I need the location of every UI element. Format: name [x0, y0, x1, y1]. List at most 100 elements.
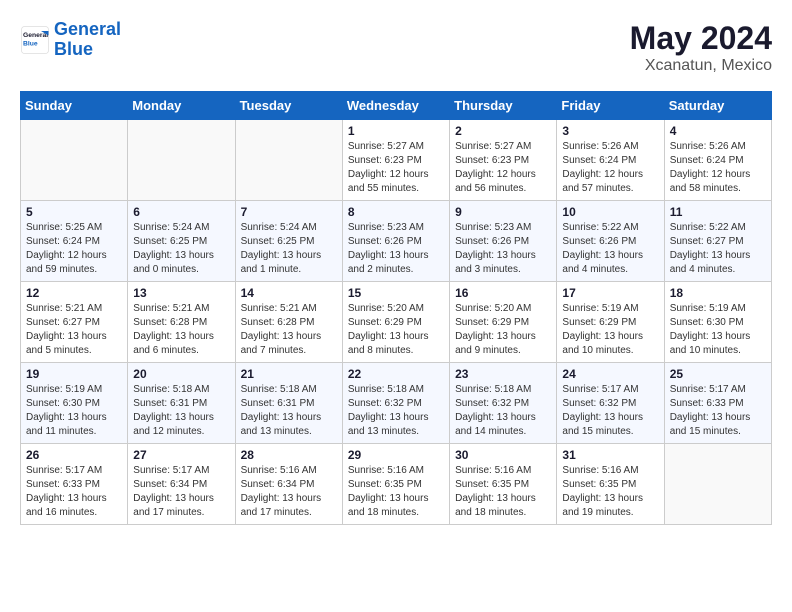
day-number: 9: [455, 205, 551, 219]
day-number: 5: [26, 205, 122, 219]
day-info: Sunrise: 5:16 AM Sunset: 6:35 PM Dayligh…: [562, 464, 658, 520]
logo-text: GeneralBlue: [54, 20, 121, 60]
calendar-cell: 23Sunrise: 5:18 AM Sunset: 6:32 PM Dayli…: [450, 363, 557, 444]
calendar-cell: 10 Sunrise: 5:22 AM Sunset: 6:26 PM Dayli…: [557, 201, 664, 282]
calendar-cell: 21 Sunrise: 5:18 AM Sunset: 6:31 PM Dayli…: [235, 363, 342, 444]
calendar-cell: 20Sunrise: 5:18 AM Sunset: 6:31 PM Dayli…: [128, 363, 235, 444]
weekday-header-thursday: Thursday: [450, 92, 557, 120]
svg-text:Blue: Blue: [23, 40, 38, 47]
weekday-header-row: SundayMondayTuesdayWednesdayThursdayFrid…: [21, 92, 772, 120]
day-number: 7: [241, 205, 337, 219]
day-number: 28: [241, 448, 337, 462]
week-row-1: 1Sunrise: 5:27 AM Sunset: 6:23 PM Daylig…: [21, 120, 772, 201]
day-number: 12: [26, 286, 122, 300]
day-info: Sunrise: 5:27 AM Sunset: 6:23 PM Dayligh…: [455, 140, 551, 196]
calendar-cell: [128, 120, 235, 201]
day-number: 10: [562, 205, 658, 219]
day-info: Sunrise: 5:24 AM Sunset: 6:25 PM Dayligh…: [241, 221, 337, 277]
day-number: 4: [670, 124, 766, 138]
calendar-cell: 29 Sunrise: 5:16 AM Sunset: 6:35 PM Dayli…: [342, 444, 449, 525]
day-info: Sunrise: 5:26 AM Sunset: 6:24 PM Dayligh…: [670, 140, 766, 196]
day-number: 8: [348, 205, 444, 219]
day-number: 2: [455, 124, 551, 138]
calendar-cell: 14Sunrise: 5:21 AM Sunset: 6:28 PM Dayli…: [235, 282, 342, 363]
day-number: 30: [455, 448, 551, 462]
day-info: Sunrise: 5:18 AM Sunset: 6:31 PM Dayligh…: [241, 383, 337, 439]
calendar-cell: 5Sunrise: 5:25 AM Sunset: 6:24 PM Daylig…: [21, 201, 128, 282]
day-number: 15: [348, 286, 444, 300]
day-info: Sunrise: 5:17 AM Sunset: 6:33 PM Dayligh…: [670, 383, 766, 439]
day-info: Sunrise: 5:22 AM Sunset: 6:26 PM Dayligh…: [562, 221, 658, 277]
day-number: 17: [562, 286, 658, 300]
calendar-cell: 18 Sunrise: 5:19 AM Sunset: 6:30 PM Dayli…: [664, 282, 771, 363]
calendar-cell: 11 Sunrise: 5:22 AM Sunset: 6:27 PM Dayli…: [664, 201, 771, 282]
day-info: Sunrise: 5:16 AM Sunset: 6:35 PM Dayligh…: [348, 464, 444, 520]
calendar-cell: 17 Sunrise: 5:19 AM Sunset: 6:29 PM Dayli…: [557, 282, 664, 363]
day-info: Sunrise: 5:19 AM Sunset: 6:30 PM Dayligh…: [26, 383, 122, 439]
day-info: Sunrise: 5:16 AM Sunset: 6:35 PM Dayligh…: [455, 464, 551, 520]
week-row-5: 26 Sunrise: 5:17 AM Sunset: 6:33 PM Dayli…: [21, 444, 772, 525]
page-header: General Blue GeneralBlue May 2024 Xcanat…: [20, 20, 772, 75]
day-number: 26: [26, 448, 122, 462]
calendar-cell: 27 Sunrise: 5:17 AM Sunset: 6:34 PM Dayli…: [128, 444, 235, 525]
day-info: Sunrise: 5:18 AM Sunset: 6:32 PM Dayligh…: [348, 383, 444, 439]
day-info: Sunrise: 5:23 AM Sunset: 6:26 PM Dayligh…: [348, 221, 444, 277]
calendar-cell: 19 Sunrise: 5:19 AM Sunset: 6:30 PM Dayli…: [21, 363, 128, 444]
calendar-cell: 26 Sunrise: 5:17 AM Sunset: 6:33 PM Dayli…: [21, 444, 128, 525]
logo-icon: General Blue: [20, 25, 50, 55]
day-info: Sunrise: 5:17 AM Sunset: 6:33 PM Dayligh…: [26, 464, 122, 520]
calendar-cell: 15Sunrise: 5:20 AM Sunset: 6:29 PM Dayli…: [342, 282, 449, 363]
day-info: Sunrise: 5:16 AM Sunset: 6:34 PM Dayligh…: [241, 464, 337, 520]
day-number: 3: [562, 124, 658, 138]
day-info: Sunrise: 5:20 AM Sunset: 6:29 PM Dayligh…: [455, 302, 551, 358]
title-section: May 2024 Xcanatun, Mexico: [630, 20, 772, 75]
calendar-cell: 7 Sunrise: 5:24 AM Sunset: 6:25 PM Daylig…: [235, 201, 342, 282]
day-info: Sunrise: 5:19 AM Sunset: 6:29 PM Dayligh…: [562, 302, 658, 358]
day-info: Sunrise: 5:21 AM Sunset: 6:27 PM Dayligh…: [26, 302, 122, 358]
day-number: 6: [133, 205, 229, 219]
day-info: Sunrise: 5:19 AM Sunset: 6:30 PM Dayligh…: [670, 302, 766, 358]
day-number: 21: [241, 367, 337, 381]
weekday-header-wednesday: Wednesday: [342, 92, 449, 120]
day-number: 18: [670, 286, 766, 300]
day-info: Sunrise: 5:17 AM Sunset: 6:34 PM Dayligh…: [133, 464, 229, 520]
calendar-cell: 12 Sunrise: 5:21 AM Sunset: 6:27 PM Dayli…: [21, 282, 128, 363]
calendar-cell: [21, 120, 128, 201]
calendar-cell: [235, 120, 342, 201]
day-number: 24: [562, 367, 658, 381]
day-number: 29: [348, 448, 444, 462]
day-info: Sunrise: 5:21 AM Sunset: 6:28 PM Dayligh…: [133, 302, 229, 358]
day-info: Sunrise: 5:17 AM Sunset: 6:32 PM Dayligh…: [562, 383, 658, 439]
day-number: 22: [348, 367, 444, 381]
calendar-cell: 6 Sunrise: 5:24 AM Sunset: 6:25 PM Daylig…: [128, 201, 235, 282]
calendar-title: May 2024: [630, 20, 772, 57]
calendar-cell: 1Sunrise: 5:27 AM Sunset: 6:23 PM Daylig…: [342, 120, 449, 201]
calendar-cell: 30 Sunrise: 5:16 AM Sunset: 6:35 PM Dayli…: [450, 444, 557, 525]
calendar-cell: 2 Sunrise: 5:27 AM Sunset: 6:23 PM Daylig…: [450, 120, 557, 201]
calendar-cell: 13Sunrise: 5:21 AM Sunset: 6:28 PM Dayli…: [128, 282, 235, 363]
day-info: Sunrise: 5:22 AM Sunset: 6:27 PM Dayligh…: [670, 221, 766, 277]
logo: General Blue GeneralBlue: [20, 20, 121, 60]
calendar-cell: 24 Sunrise: 5:17 AM Sunset: 6:32 PM Dayli…: [557, 363, 664, 444]
day-number: 19: [26, 367, 122, 381]
weekday-header-saturday: Saturday: [664, 92, 771, 120]
day-number: 14: [241, 286, 337, 300]
day-number: 16: [455, 286, 551, 300]
day-info: Sunrise: 5:18 AM Sunset: 6:32 PM Dayligh…: [455, 383, 551, 439]
calendar-cell: 3Sunrise: 5:26 AM Sunset: 6:24 PM Daylig…: [557, 120, 664, 201]
day-number: 27: [133, 448, 229, 462]
weekday-header-friday: Friday: [557, 92, 664, 120]
weekday-header-sunday: Sunday: [21, 92, 128, 120]
weekday-header-tuesday: Tuesday: [235, 92, 342, 120]
day-info: Sunrise: 5:24 AM Sunset: 6:25 PM Dayligh…: [133, 221, 229, 277]
day-info: Sunrise: 5:23 AM Sunset: 6:26 PM Dayligh…: [455, 221, 551, 277]
calendar-table: SundayMondayTuesdayWednesdayThursdayFrid…: [20, 91, 772, 525]
calendar-cell: 16 Sunrise: 5:20 AM Sunset: 6:29 PM Dayli…: [450, 282, 557, 363]
day-info: Sunrise: 5:18 AM Sunset: 6:31 PM Dayligh…: [133, 383, 229, 439]
calendar-cell: 28 Sunrise: 5:16 AM Sunset: 6:34 PM Dayli…: [235, 444, 342, 525]
day-number: 25: [670, 367, 766, 381]
calendar-cell: 31 Sunrise: 5:16 AM Sunset: 6:35 PM Dayli…: [557, 444, 664, 525]
day-number: 11: [670, 205, 766, 219]
day-number: 31: [562, 448, 658, 462]
calendar-subtitle: Xcanatun, Mexico: [630, 57, 772, 75]
